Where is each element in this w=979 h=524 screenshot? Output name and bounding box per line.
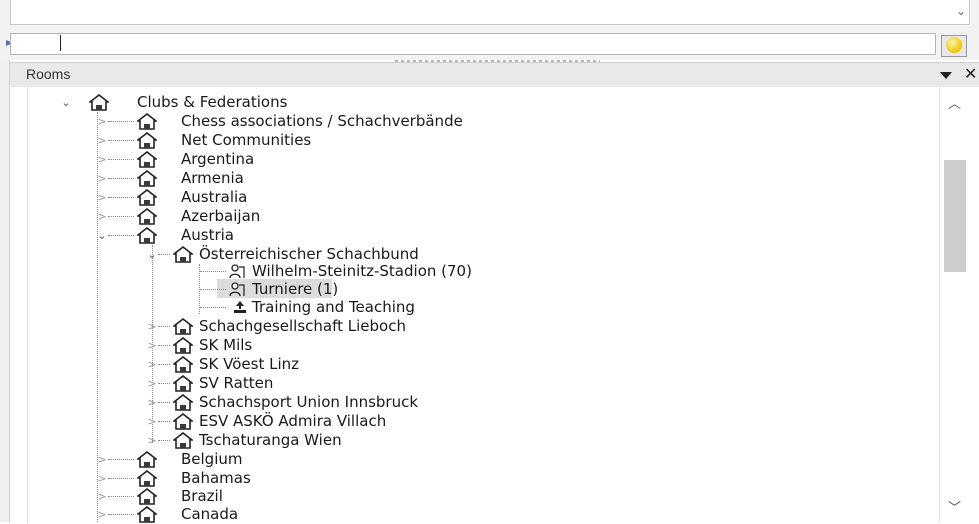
house-icon	[173, 413, 193, 430]
house-icon	[137, 470, 157, 487]
panel-menu-icon[interactable]	[940, 72, 952, 79]
smiley-icon	[946, 37, 962, 53]
tree-item-label: ESV ASKÖ Admira Villach	[199, 412, 387, 430]
tree-item-label: Tschaturanga Wien	[199, 431, 342, 449]
chevron-right-icon[interactable]: >	[96, 112, 108, 131]
house-icon	[173, 394, 193, 411]
chevron-right-icon[interactable]: >	[146, 317, 158, 336]
house-icon	[137, 208, 157, 225]
house-icon	[137, 189, 157, 206]
text-cursor	[60, 35, 61, 51]
chat-input-area: ⌄	[0, 0, 979, 63]
tree-item-label: Argentina	[181, 150, 255, 168]
chevron-down-icon[interactable]: ⌄	[956, 4, 970, 18]
chevron-right-icon[interactable]: >	[146, 336, 158, 355]
tree-item-label: Canada	[181, 505, 239, 523]
rooms-panel-header: Rooms ✕	[10, 62, 979, 88]
tree-item-label: Turniere (1)	[252, 280, 339, 298]
chevron-right-icon[interactable]: >	[96, 169, 108, 188]
tree-item-label: Training and Teaching	[252, 298, 415, 316]
house-icon	[173, 432, 193, 449]
tree-item-label: Brazil	[181, 487, 223, 505]
chat-history-box[interactable]: ⌄	[10, 0, 970, 25]
tree-item-label: Wilhelm-Steinitz-Stadion (70)	[252, 262, 472, 280]
house-icon	[137, 170, 157, 187]
tree-item-label: Net Communities	[181, 131, 312, 149]
teaching-icon	[234, 301, 246, 313]
chevron-right-icon[interactable]: >	[96, 469, 108, 488]
house-icon	[173, 375, 193, 392]
tree-item-label: Armenia	[181, 169, 244, 187]
house-icon	[137, 113, 157, 130]
house-icon	[89, 94, 109, 111]
chevron-right-icon[interactable]: >	[96, 150, 108, 169]
chevron-right-icon[interactable]: >	[96, 487, 108, 506]
person-icon	[229, 264, 245, 279]
chevron-right-icon[interactable]: >	[146, 393, 158, 412]
house-icon	[173, 318, 193, 335]
tree-item-label: Clubs & Federations	[137, 93, 288, 111]
vertical-scrollbar[interactable]: ︿ ﹀	[939, 87, 970, 522]
smiley-button[interactable]	[941, 35, 967, 57]
tree-item-label: Australia	[181, 188, 248, 206]
tree-border	[27, 87, 28, 522]
house-icon	[173, 356, 193, 373]
left-panel-gutter	[0, 0, 10, 522]
close-icon[interactable]: ✕	[964, 64, 977, 83]
tree-item-label: Belgium	[181, 450, 243, 468]
house-icon	[173, 337, 193, 354]
person-icon	[229, 282, 245, 297]
scroll-down-icon[interactable]: ﹀	[948, 497, 961, 516]
house-icon	[173, 246, 193, 263]
house-icon	[137, 132, 157, 149]
tree-item-label: Bahamas	[181, 469, 251, 487]
tree-item-label: SV Ratten	[199, 374, 274, 392]
house-icon	[137, 451, 157, 468]
chevron-right-icon[interactable]: >	[96, 505, 108, 524]
scroll-thumb[interactable]	[944, 160, 966, 272]
house-icon	[137, 488, 157, 505]
scroll-up-icon[interactable]: ︿	[948, 93, 961, 112]
chevron-right-icon[interactable]: >	[96, 188, 108, 207]
chevron-right-icon[interactable]: >	[96, 450, 108, 469]
house-icon	[137, 227, 157, 244]
chat-input[interactable]	[10, 33, 936, 55]
tree-item-label: SK Vöest Linz	[199, 355, 299, 373]
chevron-right-icon[interactable]: >	[146, 374, 158, 393]
tree-item-label: Azerbaijan	[181, 207, 261, 225]
chevron-right-icon[interactable]: >	[96, 131, 108, 150]
tree-item-label: Schachgesellschaft Lieboch	[199, 317, 406, 335]
chevron-right-icon[interactable]: >	[146, 412, 158, 431]
chevron-right-icon[interactable]: >	[146, 355, 158, 374]
house-icon	[137, 151, 157, 168]
chevron-down-icon[interactable]: ⌄	[96, 226, 108, 245]
chevron-right-icon[interactable]: >	[96, 207, 108, 226]
chevron-right-icon[interactable]: >	[146, 431, 158, 450]
house-icon	[137, 506, 157, 523]
tree-item-label: Schachsport Union Innsbruck	[199, 393, 419, 411]
chevron-down-icon[interactable]: ⌄	[146, 245, 158, 264]
tree-item-label: SK Mils	[199, 336, 253, 354]
tree-item-label: Chess associations / Schachverbände	[181, 112, 463, 130]
rooms-title: Rooms	[26, 66, 71, 82]
tree-item-label: Austria	[181, 226, 234, 244]
chevron-down-icon[interactable]: ⌄	[60, 93, 72, 112]
